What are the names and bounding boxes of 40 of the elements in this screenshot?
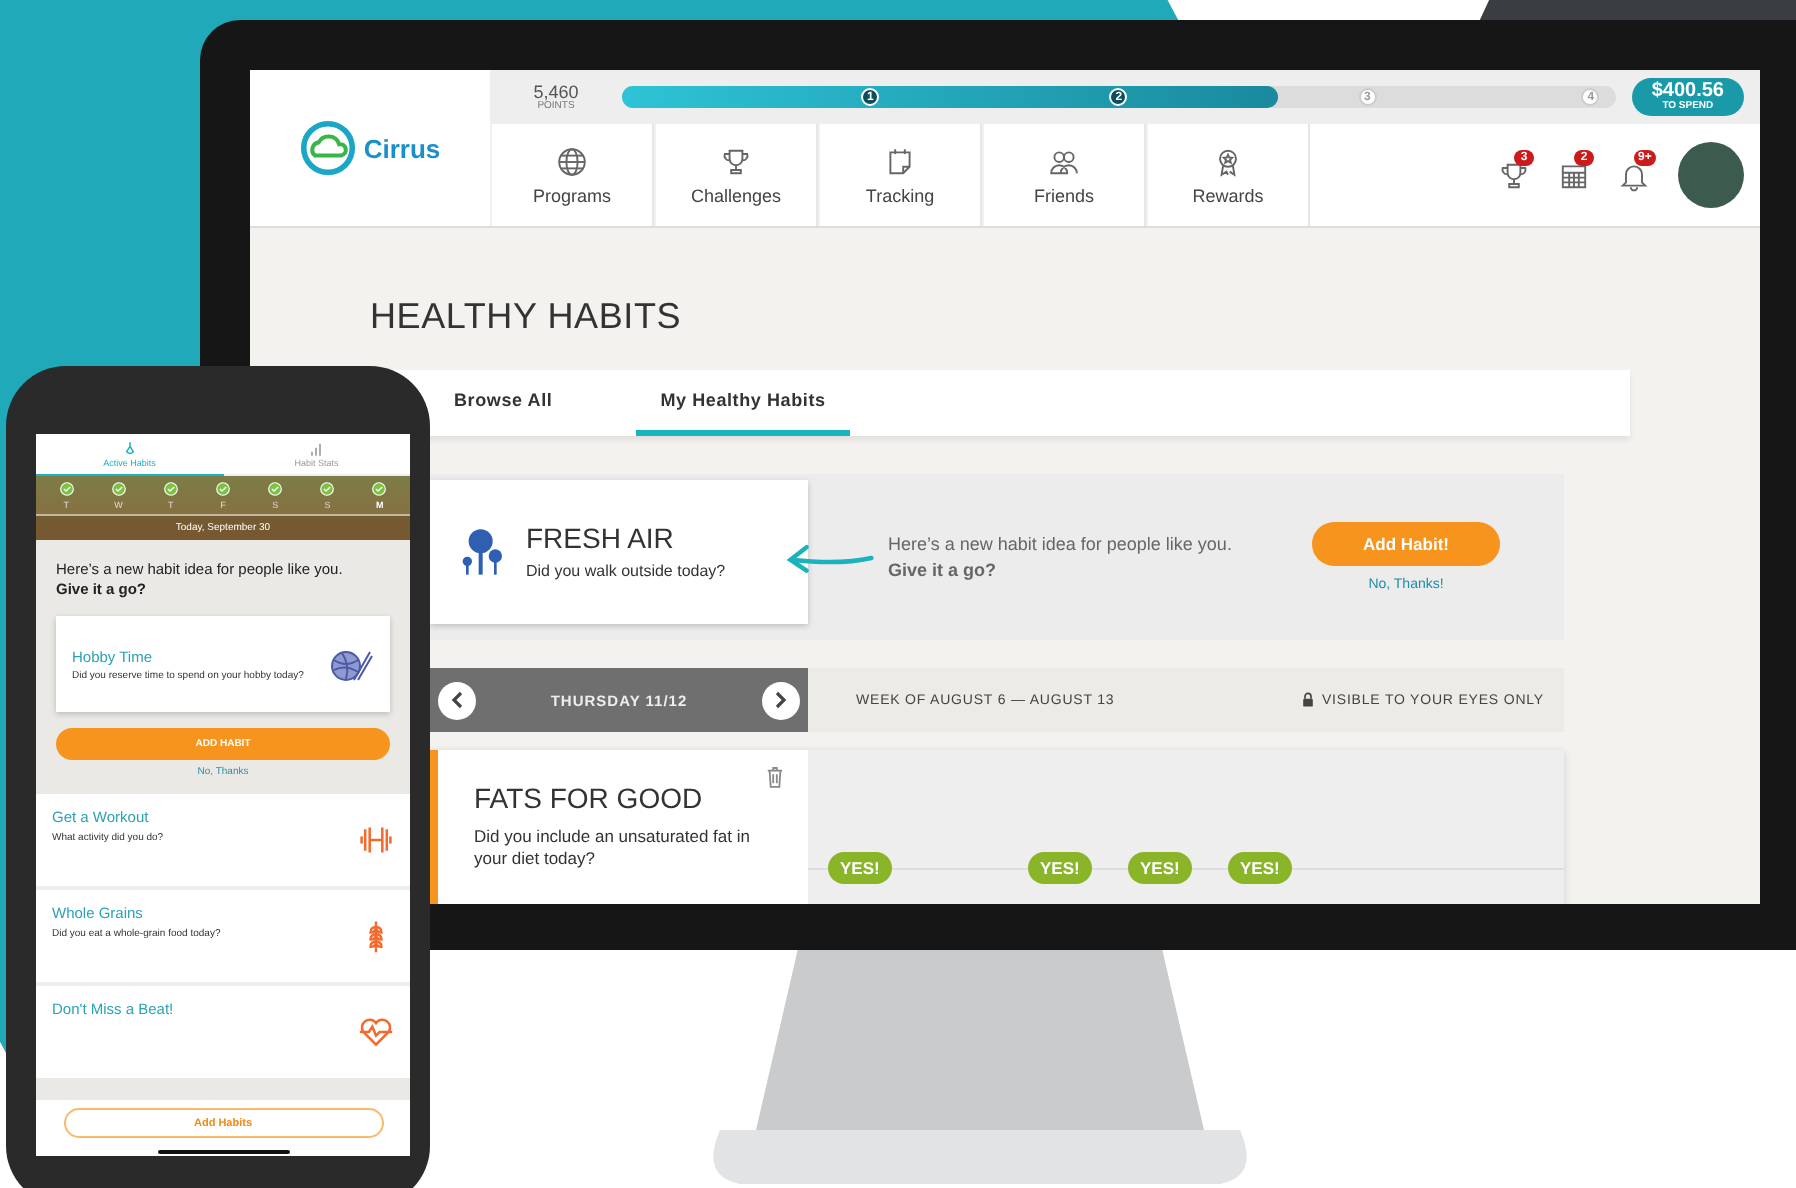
yes-pill: YES!	[1228, 852, 1292, 884]
nav-item[interactable]: Challenges	[654, 124, 818, 226]
dumbbell-icon	[358, 822, 394, 859]
trash-icon[interactable]	[766, 766, 784, 788]
habit-question: Did you include an unsaturated fat in your diet today?	[474, 826, 752, 871]
trophy-icon	[720, 145, 752, 177]
nav-item[interactable]: Programs	[490, 124, 654, 226]
note-icon	[884, 145, 916, 177]
home-indicator	[157, 1150, 289, 1154]
calendar-icon[interactable]	[1558, 159, 1590, 191]
add-habit-button[interactable]: Add Habit!	[1311, 522, 1501, 566]
tab[interactable]: Browse All	[430, 370, 577, 436]
cloud-logo-icon	[299, 120, 356, 176]
nav-item[interactable]: Tracking	[818, 124, 982, 226]
habit-title: FRESH AIR	[526, 522, 676, 554]
nav-item[interactable]: Rewards	[1146, 124, 1310, 226]
bar-chart-icon	[308, 440, 325, 458]
next-day-button[interactable]	[761, 681, 800, 719]
brand-name: Cirrus	[363, 133, 441, 163]
habit-card[interactable]: FRESH AIR Did you walk outside today?	[430, 479, 808, 623]
habit-title: FATS FOR GOOD	[474, 782, 705, 814]
heartbeat-icon	[358, 1014, 394, 1051]
points-value: 5,460	[533, 83, 579, 101]
nav-item[interactable]: Friends	[982, 124, 1146, 226]
page-title: HEALTHY HABITS	[370, 296, 684, 338]
chevron-left-icon	[447, 690, 467, 710]
yes-pill: YES!	[1028, 852, 1092, 884]
people-icon	[1048, 145, 1080, 177]
drop-icon	[121, 440, 138, 458]
avatar-photo-placeholder[interactable]	[1678, 142, 1744, 208]
globe-icon	[556, 145, 588, 177]
habit-question: Did you walk outside today?	[526, 562, 726, 580]
tab[interactable]: My Healthy Habits	[636, 370, 850, 436]
trophy-icon[interactable]	[1498, 159, 1530, 191]
chevron-right-icon	[770, 690, 791, 710]
yes-pill: YES!	[1128, 852, 1192, 884]
lock-icon	[1301, 692, 1314, 708]
previous-day-button[interactable]	[438, 681, 476, 719]
suggestion-message: Here’s a new habit idea for people like you. Give it a go?	[888, 531, 1234, 583]
yes-pill: YES!	[828, 852, 892, 884]
